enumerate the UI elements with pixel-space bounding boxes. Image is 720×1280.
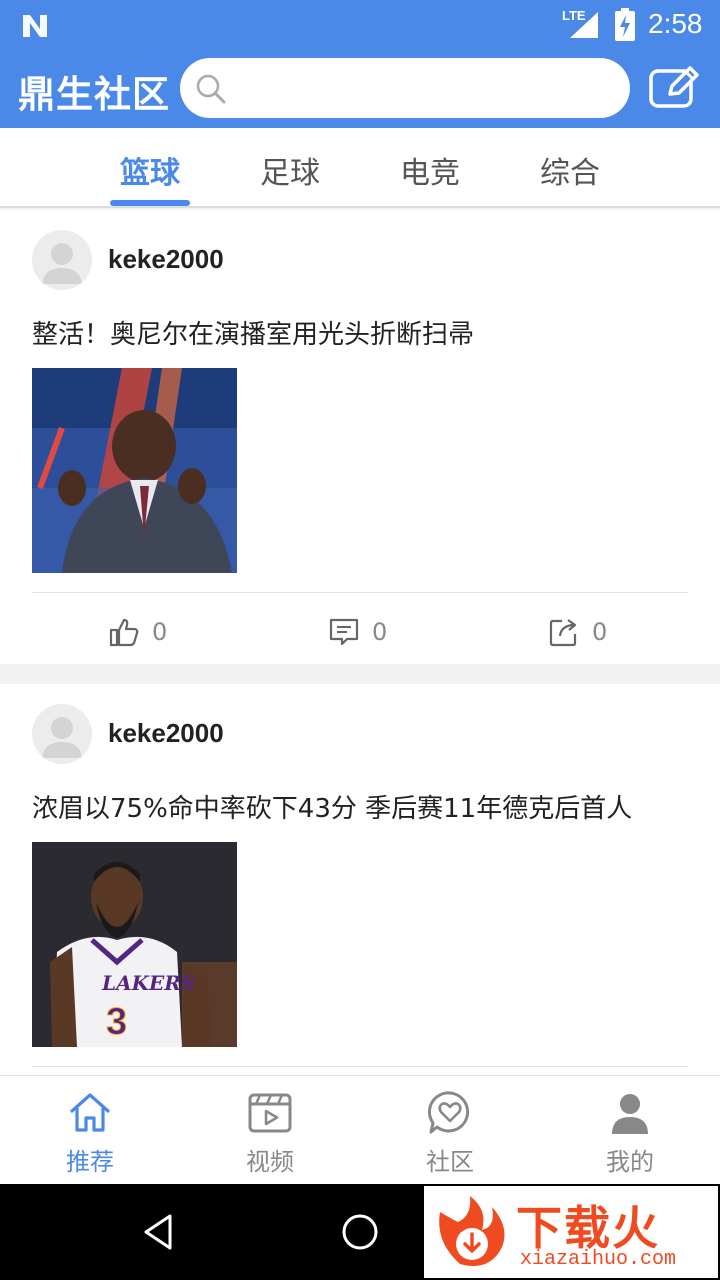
comment-count: 0 — [372, 618, 388, 646]
back-icon[interactable] — [140, 1212, 180, 1252]
search-box[interactable] — [180, 58, 630, 118]
nav-profile[interactable]: 我的 — [570, 1090, 690, 1177]
search-icon — [196, 74, 226, 104]
nav-label: 视频 — [246, 1148, 294, 1176]
app-bar: 鼎生社区 — [0, 52, 720, 128]
status-bar: LTE 2:58 — [0, 0, 720, 52]
flame-logo-icon — [439, 1196, 505, 1266]
tab-basketball[interactable]: 篮球 — [100, 148, 200, 192]
tab-general[interactable]: 综合 — [520, 148, 620, 192]
share-count: 0 — [592, 618, 608, 646]
post-photo — [32, 368, 237, 573]
tab-esports[interactable]: 电竞 — [380, 148, 480, 192]
comment-button[interactable]: 0 — [328, 614, 387, 650]
watermark: 下载火 xiazaihuo.com — [424, 1186, 718, 1278]
post-image[interactable] — [32, 368, 237, 573]
search-input[interactable] — [236, 68, 606, 108]
comment-icon — [329, 618, 359, 646]
svg-text:LAKERS: LAKERS — [101, 971, 195, 995]
thumbs-up-icon — [109, 618, 139, 647]
default-avatar-icon — [42, 717, 82, 758]
app-screen: LTE 2:58 鼎生社区 篮球 足球 电竞 综合 keke2000 整活！奥尼… — [0, 0, 720, 1280]
nav-label: 推荐 — [66, 1148, 114, 1176]
post-author[interactable]: keke2000 — [108, 244, 224, 275]
post-card[interactable]: keke2000 整活！奥尼尔在演播室用光头折断扫帚 0 0 0 — [0, 210, 720, 664]
home-icon — [70, 1093, 110, 1132]
bottom-navigation: 推荐 视频 社区 我的 — [0, 1075, 720, 1184]
default-avatar-icon — [42, 243, 82, 284]
divider — [32, 1066, 688, 1067]
post-title[interactable]: 浓眉以75%命中率砍下43分 季后赛11年德克后首人 — [32, 788, 632, 825]
home-circle-icon[interactable] — [340, 1212, 380, 1252]
like-count: 0 — [152, 618, 168, 646]
active-tab-indicator — [110, 200, 190, 206]
nav-video[interactable]: 视频 — [210, 1090, 330, 1177]
post-card[interactable]: keke2000 浓眉以75%命中率砍下43分 季后赛11年德克后首人 LAKE… — [0, 684, 720, 1076]
video-icon — [248, 1093, 292, 1133]
post-image[interactable]: LAKERS 3 — [32, 842, 237, 1047]
nav-recommend[interactable]: 推荐 — [30, 1090, 150, 1177]
battery-charging-icon — [615, 8, 635, 41]
nav-label: 我的 — [606, 1148, 654, 1176]
post-author[interactable]: keke2000 — [108, 718, 224, 749]
community-heart-icon — [427, 1091, 470, 1134]
post-title[interactable]: 整活！奥尼尔在演播室用光头折断扫帚 — [32, 314, 474, 351]
share-icon — [549, 619, 577, 647]
nav-label: 社区 — [426, 1148, 474, 1176]
compose-post-icon[interactable] — [648, 64, 700, 110]
like-button[interactable]: 0 — [108, 614, 167, 650]
tab-football[interactable]: 足球 — [240, 148, 340, 192]
divider — [32, 592, 688, 593]
app-title: 鼎生社区 — [18, 73, 170, 116]
category-tabs: 篮球 足球 电竞 综合 — [0, 128, 720, 208]
signal-icon — [570, 12, 598, 38]
svg-text:3: 3 — [106, 1001, 127, 1043]
avatar[interactable] — [32, 230, 92, 290]
clock-time: 2:58 — [648, 8, 703, 39]
share-button[interactable]: 0 — [548, 614, 607, 650]
notification-n-icon — [23, 15, 47, 37]
avatar[interactable] — [32, 704, 92, 764]
post-photo: LAKERS 3 — [32, 842, 237, 1047]
watermark-url: xiazaihuo.com — [520, 1248, 677, 1271]
profile-icon — [612, 1094, 648, 1134]
nav-community[interactable]: 社区 — [390, 1090, 510, 1177]
